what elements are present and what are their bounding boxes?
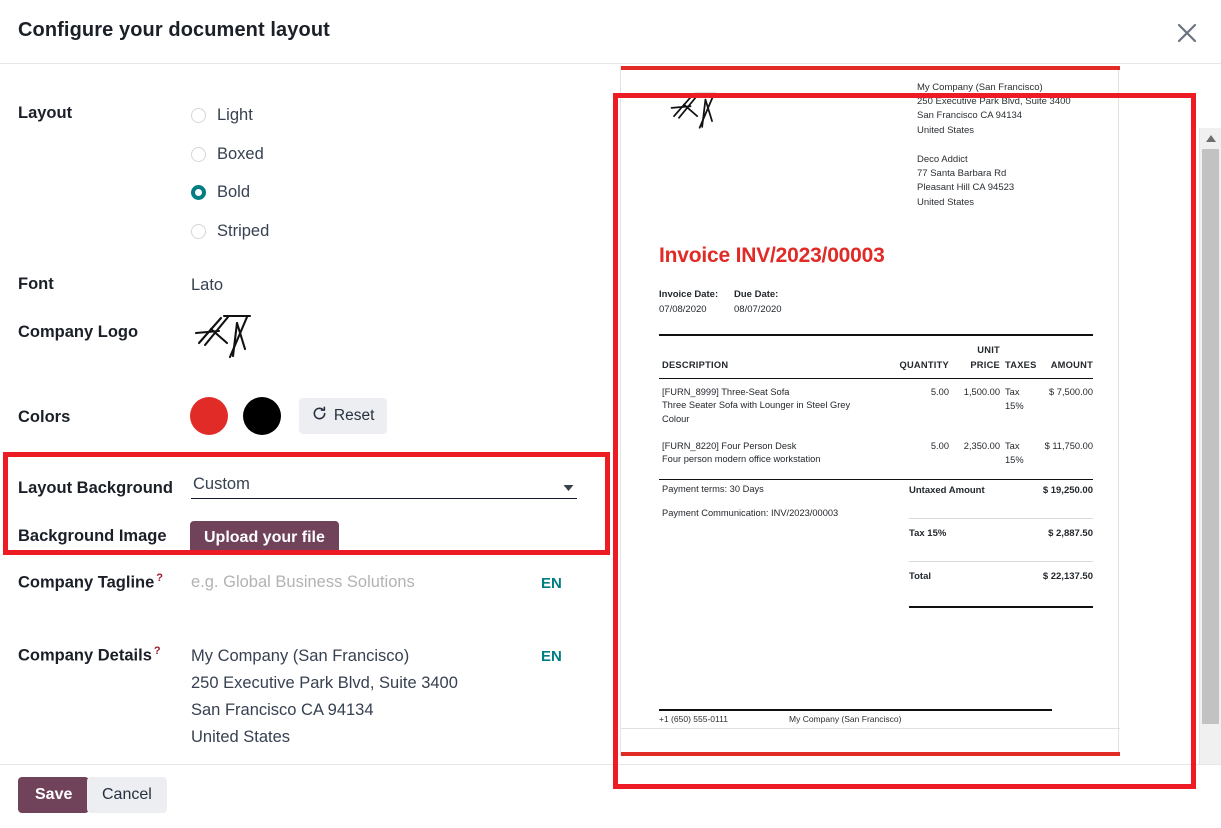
company-details-value[interactable]: My Company (San Francisco) 250 Executive… [191,643,458,751]
page-title: Configure your document layout [18,19,330,41]
radio-option-boxed[interactable]: Boxed [191,146,264,163]
refresh-icon [312,406,327,426]
preview-customer-address: Deco Addict 77 Santa Barbara Rd Pleasant… [917,154,1015,208]
preview-footer-phone: +1 (650) 555-0111 [659,714,728,724]
layout-background-select-wrap: Custom [191,473,577,499]
total-row-0-value: $ 19,250.00 [1042,485,1093,496]
scroll-up-arrow-icon[interactable] [1200,128,1221,148]
reset-colors-button[interactable]: Reset [298,398,388,434]
radio-boxed-label: Boxed [217,145,264,163]
row2-description-sub: Four person modern office workstation [662,454,821,464]
preview-invoice-date-label: Invoice Date: [659,289,719,300]
radio-striped-label: Striped [217,222,270,240]
col-unit-price-line2: PRICE [970,360,1000,370]
invoice-paper: My Company (San Francisco) 250 Executive… [620,66,1120,756]
row1-taxes: Tax 15% [1005,387,1024,411]
company-details-language-badge[interactable]: EN [541,648,562,665]
row1-description-sub: Three Seater Sofa with Lounger in Steel … [662,400,851,424]
label-company-details-text: Company Details [18,646,152,665]
color-swatch-secondary[interactable] [243,397,282,435]
row2-taxes: Tax 15% [1005,441,1024,465]
company-tagline-language-badge[interactable]: EN [541,575,562,592]
label-company-logo: Company Logo [18,323,139,341]
label-background-image: Background Image [18,527,167,545]
preview-footer-rule [659,709,1052,711]
col-unit-price-line1: UNIT [977,345,1000,355]
colors-control: Reset [190,397,388,435]
radio-light-label: Light [217,106,253,124]
layout-background-select[interactable]: Custom [191,473,577,499]
row1-description: [FURN_8999] Three-Seat Sofa [662,387,790,397]
label-company-tagline: Company Tagline? [18,572,163,593]
company-logo-scribble-icon[interactable] [191,309,265,372]
radio-option-striped[interactable]: Striped [191,223,269,240]
preview-payment-communication: Payment Communication: INV/2023/00003 [662,508,839,518]
label-colors: Colors [18,408,71,426]
preview-footer-divider [621,728,1120,729]
reset-colors-label: Reset [333,407,375,424]
radio-option-light[interactable]: Light [191,107,253,124]
save-button[interactable]: Save [18,777,90,813]
dialog-footer: Save Cancel [0,764,1221,828]
dialog-header: Configure your document layout [0,0,1221,64]
col-taxes: TAXES [1005,360,1037,370]
row2-amount: $ 11,750.00 [1044,441,1093,451]
radio-light-icon[interactable] [191,107,206,123]
layout-form: Layout Light Boxed Bold Striped Font Lat… [0,64,612,764]
font-value[interactable]: Lato [191,276,223,295]
preview-logo-icon [667,88,729,141]
label-layout-background: Layout Background [18,479,173,497]
preview-due-date-value: 08/07/2020 [734,304,782,315]
preview-footer-company: My Company (San Francisco) [789,714,902,724]
close-icon[interactable] [1169,15,1205,51]
label-company-tagline-text: Company Tagline [18,573,155,592]
total-row-2-value: $ 22,137.50 [1042,571,1093,582]
col-amount: AMOUNT [1050,360,1093,370]
preview-totals: Untaxed Amount $ 19,250.00 Tax 15% $ 2,8… [909,485,1093,608]
preview-payment-terms: Payment terms: 30 Days [662,484,764,494]
scrollbar-thumb[interactable] [1202,149,1219,724]
radio-bold-icon[interactable] [191,184,206,200]
radio-option-bold[interactable]: Bold [191,184,250,201]
paper-bottom-accent-bar [621,752,1120,756]
paper-top-accent-bar [621,66,1120,70]
total-row-1-value: $ 2,887.50 [1048,528,1093,539]
configure-document-layout-dialog: Configure your document layout Layout Li… [0,0,1221,828]
preview-company-address: My Company (San Francisco) 250 Executive… [917,82,1071,136]
company-tagline-input[interactable] [191,573,521,592]
row1-unit-price: 1,500.00 [963,387,1000,397]
radio-striped-icon[interactable] [191,223,206,239]
row2-description: [FURN_8220] Four Person Desk [662,441,797,451]
total-row-2-label: Total [909,571,931,582]
total-row-0-label: Untaxed Amount [909,485,985,496]
col-description: DESCRIPTION [662,360,729,370]
help-icon-details[interactable]: ? [154,645,161,657]
label-layout: Layout [18,104,73,122]
cancel-button[interactable]: Cancel [87,777,167,813]
label-company-details: Company Details? [18,645,161,666]
preview-due-date-label: Due Date: [734,289,779,300]
document-preview: My Company (San Francisco) 250 Executive… [616,64,1221,764]
help-icon-tagline[interactable]: ? [156,572,163,584]
row2-unit-price: 2,350.00 [963,441,1000,451]
preview-invoice-title: Invoice INV/2023/00003 [659,244,885,267]
vertical-scrollbar[interactable] [1199,128,1221,828]
radio-boxed-icon[interactable] [191,146,206,162]
dialog-body: Layout Light Boxed Bold Striped Font Lat… [0,64,1221,828]
preview-invoice-date-value: 07/08/2020 [659,304,707,315]
color-swatch-primary[interactable] [190,397,228,435]
upload-your-file-button[interactable]: Upload your file [190,521,339,555]
label-font: Font [18,275,54,293]
total-row-1-label: Tax 15% [909,528,947,539]
row1-amount: $ 7,500.00 [1049,387,1093,397]
radio-bold-label: Bold [217,183,251,201]
